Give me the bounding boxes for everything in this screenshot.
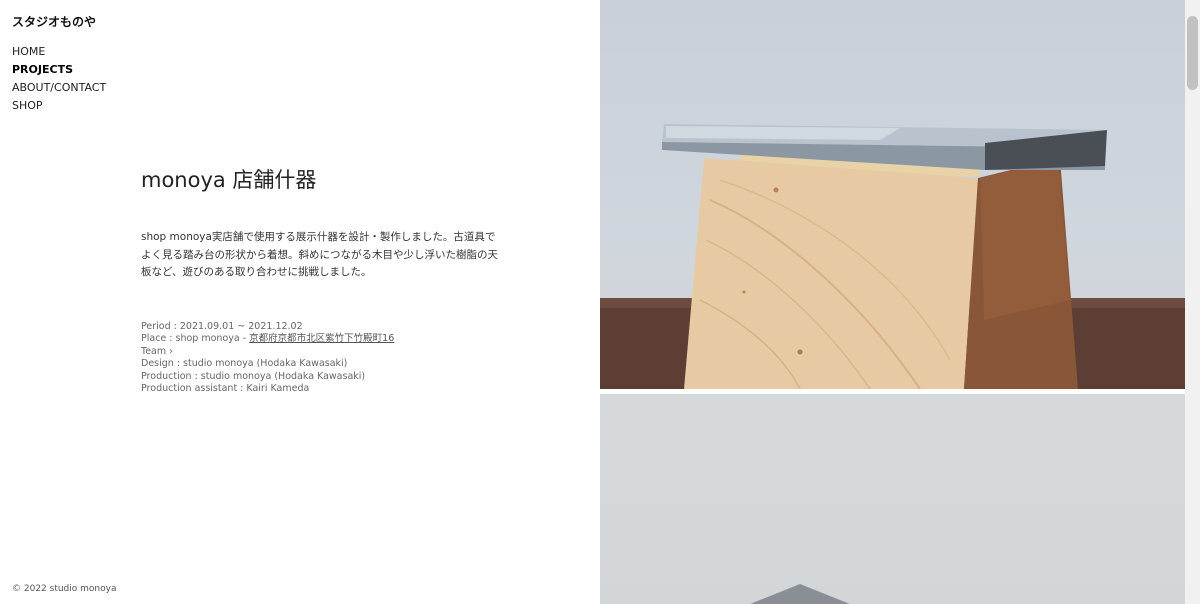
project-photo-2 (600, 394, 1185, 604)
project-photo-1 (600, 0, 1185, 389)
nav-about-contact[interactable]: ABOUT/CONTACT (12, 79, 106, 97)
project-meta: Period : 2021.09.01 ~ 2021.12.02 Place :… (141, 321, 394, 395)
meta-period: Period : 2021.09.01 ~ 2021.12.02 (141, 321, 303, 332)
footer-copyright: © 2022 studio monoya (12, 584, 117, 594)
meta-place-link[interactable]: 京都府京都市北区紫竹下竹殿町16 (249, 333, 394, 344)
page-scrollbar[interactable] (1185, 0, 1200, 604)
meta-production: Production : studio monoya (Hodaka Kawas… (141, 370, 366, 382)
project-title: monoya 店舗什器 (141, 168, 317, 192)
main-nav: HOME PROJECTS ABOUT/CONTACT SHOP (12, 43, 106, 115)
nav-projects[interactable]: PROJECTS (12, 61, 106, 79)
nav-home[interactable]: HOME (12, 43, 106, 61)
meta-team-toggle[interactable]: Team › (141, 346, 394, 358)
stool-photo-graphic (600, 124, 1185, 389)
meta-design: Design : studio monoya (Hodaka Kawasaki) (141, 358, 348, 370)
site-brand[interactable]: スタジオものや (12, 13, 96, 30)
stool-photo-graphic-2 (750, 584, 850, 604)
meta-place: Place : shop monoya - 京都府京都市北区紫竹下竹殿町16 (141, 333, 394, 345)
page-scrollbar-thumb[interactable] (1187, 16, 1198, 90)
meta-place-label: Place : shop monoya - (141, 333, 250, 345)
meta-assistant: Production assistant : Kairi Kameda (141, 383, 310, 395)
project-description: shop monoya実店舗で使用する展示什器を設計・製作しました。古道具でよく… (141, 231, 498, 278)
nav-shop[interactable]: SHOP (12, 97, 106, 115)
